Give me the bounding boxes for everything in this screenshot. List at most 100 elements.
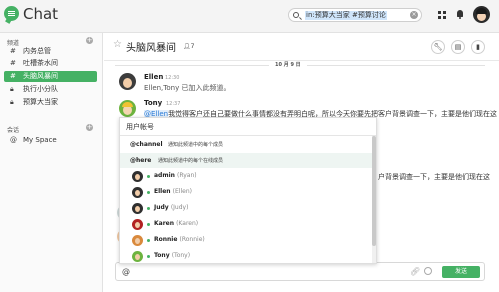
mention-option-user[interactable]: Judy (Judy)	[120, 201, 372, 216]
username: Karen	[154, 220, 174, 227]
online-status-dot	[147, 255, 150, 258]
sidebar-item-label: 吐槽茶水间	[23, 59, 58, 67]
divider	[120, 135, 376, 136]
online-status-dot	[147, 191, 150, 194]
username: Ellen	[154, 188, 171, 195]
mention-key: @here	[130, 157, 152, 164]
avatar	[132, 187, 143, 198]
member-count-value: 7	[190, 43, 195, 50]
avatar	[132, 251, 143, 262]
avatar[interactable]	[119, 100, 136, 117]
emoji-icon[interactable]	[424, 267, 432, 275]
sidebar-item-channel[interactable]: 🔒︎ 执行小分队	[4, 84, 97, 95]
message-author[interactable]: Tony	[144, 99, 162, 107]
username: admin	[154, 172, 175, 179]
hash-icon: #	[10, 72, 16, 80]
realname: (Judy)	[170, 204, 189, 211]
channel-title: 头脑风暴间	[126, 43, 176, 54]
channel-settings-button[interactable]: 🔧︎	[431, 40, 445, 54]
wrench-icon: 🔧︎	[433, 43, 443, 51]
username: Ronnie	[154, 236, 178, 243]
realname: (Ellen)	[172, 188, 192, 195]
app-title: Chat	[23, 5, 59, 23]
sessions-section-label: 会话	[7, 127, 20, 134]
realname: (Karen)	[176, 220, 199, 227]
notification-bell-icon[interactable]	[456, 10, 464, 19]
lock-icon: 🔒︎	[10, 85, 14, 93]
add-channel-icon[interactable]: +	[86, 37, 93, 44]
message-time: 12:37	[166, 101, 181, 107]
search-box[interactable]: in:预算大当家 #预算讨论 ×	[288, 8, 422, 22]
top-bar: Chat in:预算大当家 #预算讨论 ×	[0, 0, 499, 33]
mention-option-user[interactable]: Ellen (Ellen)	[120, 185, 372, 200]
lock-icon: 🔒︎	[10, 98, 14, 106]
sidebar: 频道 + # 内务总管 # 吐槽茶水间 # 头脑风暴间 🔒︎ 执行小分队 🔒︎ …	[0, 33, 103, 292]
sidebar-item-channel[interactable]: 🔒︎ 预算大当家	[4, 97, 97, 108]
user-entry: Karen (Karen)	[154, 220, 198, 227]
mention-option-user[interactable]: Ronnie (Ronnie)	[120, 233, 372, 248]
user-entry: Judy (Judy)	[154, 204, 188, 211]
sidebar-item-label: 内务总管	[23, 47, 51, 55]
message-text-continuation: 户背景调查一下，主要是他们现在这	[378, 173, 490, 181]
add-session-icon[interactable]: +	[86, 124, 93, 131]
message-time: 12:30	[165, 75, 180, 81]
search-query[interactable]: in:预算大当家 #预算讨论	[305, 11, 387, 20]
mention-desc: 通知此频道中的每个成员	[168, 142, 224, 148]
realname: (Ronnie)	[179, 236, 205, 243]
avatar	[132, 219, 143, 230]
mention-option-channel[interactable]: @channel 通知此频道中的每个成员	[120, 137, 372, 152]
online-status-dot	[147, 223, 150, 226]
sidebar-item-channel-active[interactable]: # 头脑风暴间	[4, 71, 97, 82]
search-icon	[293, 12, 299, 18]
mention-autocomplete-popup: 用户帐号 @channel 通知此频道中的每个成员 @here 通知此频道中的每…	[119, 117, 377, 264]
date-divider: 10 月 9 日	[115, 61, 485, 69]
attachment-icon[interactable]: 🔗︎	[410, 267, 420, 276]
chat-logo-icon	[4, 6, 19, 21]
mention-desc: 通知此频道中的每个在线成员	[158, 158, 224, 164]
channel-header: ☆ 头脑风暴间 👤︎7 🔧︎ ▤ ▮	[104, 33, 499, 61]
hash-icon: #	[10, 59, 16, 67]
username: Judy	[154, 204, 169, 211]
send-button[interactable]: 发送	[442, 266, 480, 278]
apps-grid-icon[interactable]	[438, 11, 446, 19]
avatar	[132, 171, 143, 182]
online-status-dot	[147, 239, 150, 242]
user-entry: Ellen (Ellen)	[154, 188, 192, 195]
mention-option-here[interactable]: @here 通知此频道中的每个在线成员	[120, 153, 372, 168]
pinned-messages-button[interactable]: ▮	[471, 40, 485, 54]
realname: (Ryan)	[177, 172, 197, 179]
sidebar-item-channel[interactable]: # 吐槽茶水间	[4, 58, 97, 69]
sidebar-item-channel[interactable]: # 内务总管	[4, 46, 97, 57]
avatar[interactable]	[119, 73, 136, 90]
mention-key: @channel	[130, 141, 163, 148]
message-author[interactable]: Ellen	[144, 73, 163, 81]
favorite-star-icon[interactable]: ☆	[113, 40, 122, 50]
sidebar-item-session[interactable]: @ My Space	[4, 135, 97, 146]
message-composer[interactable]: @ 🔗︎ 发送	[115, 262, 485, 281]
info-panel-icon: ▤	[454, 43, 462, 51]
member-count[interactable]: 👤︎7	[183, 43, 194, 50]
user-entry: Tony (Tony)	[154, 252, 190, 259]
at-icon: @	[122, 267, 130, 276]
online-status-dot	[147, 175, 150, 178]
clear-search-icon[interactable]: ×	[410, 11, 418, 19]
username: Tony	[154, 252, 170, 259]
hash-icon: #	[10, 47, 16, 55]
members-icon: 👤︎	[183, 43, 191, 50]
sidebar-item-label: 头脑风暴间	[23, 72, 58, 80]
sidebar-item-label: 预算大当家	[23, 98, 58, 106]
mention-option-user[interactable]: Karen (Karen)	[120, 217, 372, 232]
avatar	[132, 235, 143, 246]
user-entry: admin (Ryan)	[154, 172, 197, 179]
avatar	[132, 203, 143, 214]
user-entry: Ronnie (Ronnie)	[154, 236, 205, 243]
user-avatar[interactable]	[473, 6, 490, 23]
mention-option-user[interactable]: Tony (Tony)	[120, 249, 372, 263]
popup-title: 用户帐号	[126, 123, 154, 131]
mention-option-user[interactable]: admin (Ryan)	[120, 169, 372, 184]
date-divider-label: 10 月 9 日	[269, 61, 307, 69]
sidebar-item-label: 执行小分队	[23, 85, 58, 93]
bookmark-icon: ▮	[476, 43, 480, 51]
popup-scrollbar[interactable]	[372, 136, 376, 263]
channel-info-button[interactable]: ▤	[451, 40, 465, 54]
